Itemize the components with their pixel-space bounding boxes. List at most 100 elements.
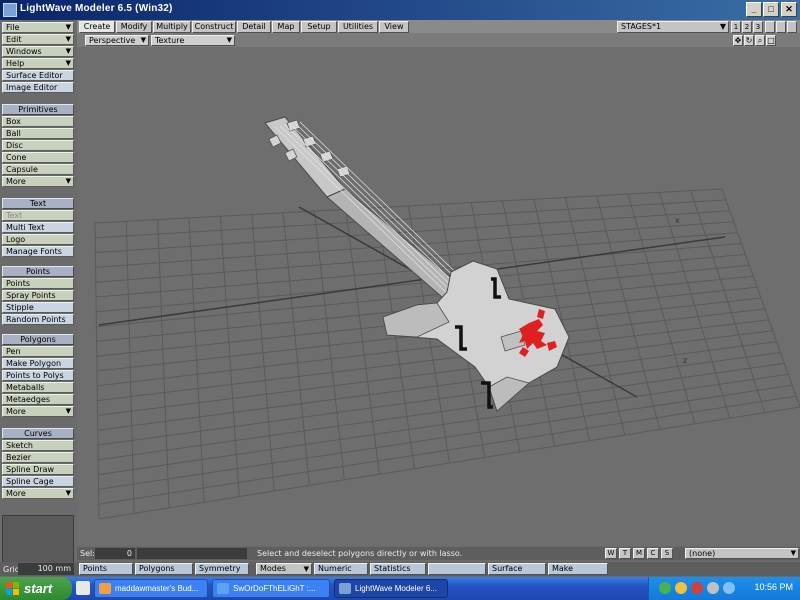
selection-count: 0 (95, 548, 135, 559)
move-view-icon[interactable]: ✥ (733, 35, 743, 46)
layer-2-button[interactable]: 2 (742, 21, 752, 33)
pen-tool[interactable]: Pen (2, 346, 74, 357)
layer-4-button[interactable] (765, 21, 775, 33)
tray-icon[interactable] (675, 582, 687, 594)
lightwave-icon (339, 583, 351, 594)
tab-create[interactable]: Create (79, 21, 115, 33)
chevron-down-icon: ▼ (65, 47, 71, 55)
tab-detail[interactable]: Detail (237, 21, 271, 33)
perspective-viewport[interactable]: x z (77, 47, 800, 546)
logo-tool[interactable]: Logo (2, 234, 74, 245)
mode-m-button[interactable]: M (633, 548, 645, 559)
close-button[interactable]: ✕ (781, 2, 797, 17)
quick-launch-icon[interactable] (76, 581, 90, 595)
manage-fonts-button[interactable]: Manage Fonts (2, 246, 74, 257)
mode-c-button[interactable]: C (647, 548, 659, 559)
bezier-tool[interactable]: Bezier (2, 452, 74, 463)
render-style-dropdown[interactable]: Texture ▼ (151, 35, 235, 46)
start-button[interactable]: start (0, 577, 72, 600)
tray-icon[interactable] (659, 582, 671, 594)
taskbar-item-lightwave[interactable]: LightWave Modeler 6... (334, 579, 448, 598)
spline-cage-tool[interactable]: Spline Cage (2, 476, 74, 487)
tab-multiply[interactable]: Multiply (153, 21, 191, 33)
selection-label: Sel: (80, 549, 95, 558)
sketch-tool[interactable]: Sketch (2, 440, 74, 451)
symmetry-button[interactable]: Symmetry (195, 563, 249, 575)
ground-grid (94, 188, 800, 520)
grid-line (98, 384, 793, 490)
layer-3-button[interactable]: 3 (753, 21, 763, 33)
file-menu[interactable]: File ▼ (2, 22, 74, 33)
windows-menu[interactable]: Windows ▼ (2, 46, 74, 57)
chevron-down-icon: ▼ (719, 22, 726, 31)
surface-button[interactable]: Surface (488, 563, 546, 575)
viewport-canvas[interactable]: x z (77, 47, 800, 546)
metaballs-tool[interactable]: Metaballs (2, 382, 74, 393)
polygons-more-button[interactable]: More ▼ (2, 406, 74, 417)
selection-info (137, 548, 247, 559)
tab-map[interactable]: Map (272, 21, 300, 33)
spray-points-tool[interactable]: Spray Points (2, 290, 74, 301)
maximize-button[interactable]: □ (763, 2, 779, 17)
mode-t-button[interactable]: T (619, 548, 631, 559)
grid-size-value: 100 mm (18, 563, 74, 575)
zoom-view-icon[interactable]: ⌕ (755, 35, 765, 46)
points-to-polys-tool[interactable]: Points to Polys (2, 370, 74, 381)
tab-modify[interactable]: Modify (116, 21, 152, 33)
tray-icon[interactable] (691, 582, 703, 594)
random-points-tool[interactable]: Random Points (2, 314, 74, 325)
mode-s-button[interactable]: S (661, 548, 673, 559)
grid-line (721, 188, 800, 408)
tab-utilities[interactable]: Utilities (338, 21, 378, 33)
taskbar-item-messenger[interactable]: maddawmaster's Bud... (94, 579, 208, 598)
grid-line (98, 395, 797, 505)
image-editor-button[interactable]: Image Editor (2, 82, 74, 93)
layer-6-button[interactable] (787, 21, 797, 33)
tab-setup[interactable]: Setup (301, 21, 337, 33)
chevron-down-icon: ▼ (65, 177, 71, 185)
multi-text-tool[interactable]: Multi Text (2, 222, 74, 233)
make-polygon-tool[interactable]: Make Polygon (2, 358, 74, 369)
capsule-tool[interactable]: Capsule (2, 164, 74, 175)
modes-dropdown[interactable]: Modes ▼ (256, 563, 312, 575)
chevron-down-icon: ▼ (790, 549, 796, 557)
rotate-view-icon[interactable]: ↻ (744, 35, 754, 46)
polygons-mode-button[interactable]: Polygons (135, 563, 193, 575)
tab-construct[interactable]: Construct (192, 21, 236, 33)
window-title: LightWave Modeler 6.5 (Win32) (20, 3, 173, 14)
layer-1-button[interactable]: 1 (731, 21, 741, 33)
tab-view[interactable]: View (379, 21, 409, 33)
polygons-header: Polygons (2, 334, 74, 345)
stages-dropdown[interactable]: STAGES*1 ▼ (617, 21, 729, 33)
stipple-tool[interactable]: Stipple (2, 302, 74, 313)
minimize-button[interactable]: _ (746, 2, 762, 17)
mode-w-button[interactable]: W (605, 548, 617, 559)
make-button[interactable]: Make (548, 563, 608, 575)
ball-tool[interactable]: Ball (2, 128, 74, 139)
edit-menu[interactable]: Edit ▼ (2, 34, 74, 45)
layer-5-button[interactable] (776, 21, 786, 33)
numeric-button[interactable]: Numeric (314, 563, 368, 575)
primitives-more-button[interactable]: More ▼ (2, 176, 74, 187)
statistics-button[interactable]: Statistics (370, 563, 426, 575)
tray-icon[interactable] (707, 582, 719, 594)
cone-tool[interactable]: Cone (2, 152, 74, 163)
taskbar-item-browser[interactable]: SwOrDoFThELiGhT :... (212, 579, 330, 598)
help-menu[interactable]: Help ▼ (2, 58, 74, 69)
surface-editor-button[interactable]: Surface Editor (2, 70, 74, 81)
view-type-dropdown[interactable]: Perspective ▼ (85, 35, 149, 46)
curves-more-button[interactable]: More ▼ (2, 488, 74, 499)
surface-dropdown[interactable]: (none) ▼ (685, 548, 799, 559)
tray-icon[interactable] (723, 582, 735, 594)
box-tool[interactable]: Box (2, 116, 74, 127)
spline-draw-tool[interactable]: Spline Draw (2, 464, 74, 475)
text-tool[interactable]: Text (2, 210, 74, 221)
maximize-viewport-icon[interactable]: □ (766, 35, 776, 46)
points-tool[interactable]: Points (2, 278, 74, 289)
title-bar: LightWave Modeler 6.5 (Win32) _ □ ✕ (0, 0, 800, 20)
points-mode-button[interactable]: Points (79, 563, 133, 575)
metaedges-tool[interactable]: Metaedges (2, 394, 74, 405)
disc-tool[interactable]: Disc (2, 140, 74, 151)
chevron-down-icon: ▼ (65, 489, 71, 497)
info-button[interactable] (428, 563, 486, 575)
